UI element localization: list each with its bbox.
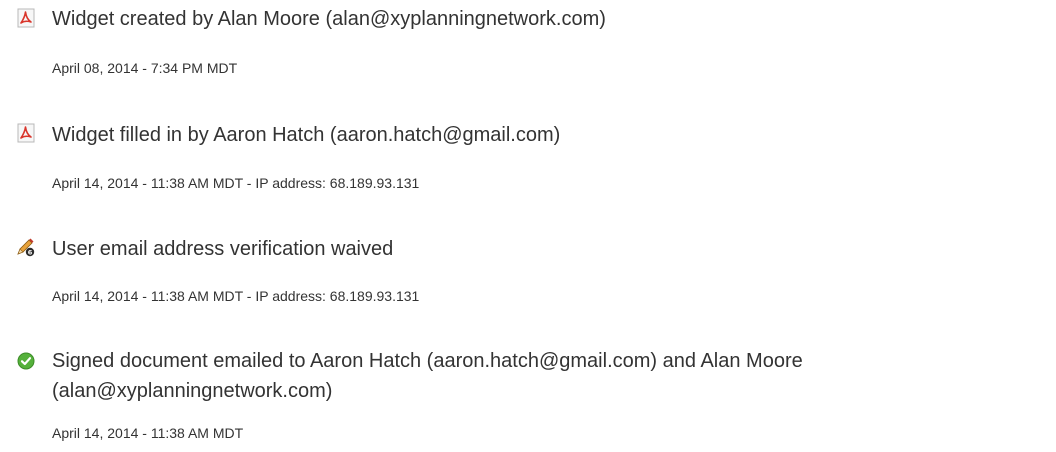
pdf-icon	[16, 8, 36, 28]
audit-trail-list: Widget created by Alan Moore (alan@xypla…	[0, 0, 1056, 452]
pdf-icon	[16, 123, 36, 143]
event-timestamp: April 14, 2014 - 11:38 AM MDT - IP addre…	[52, 288, 420, 304]
event-timestamp: April 14, 2014 - 11:38 AM MDT - IP addre…	[52, 175, 420, 191]
event-title: Signed document emailed to Aaron Hatch (…	[52, 350, 803, 402]
event-title: Widget created by Alan Moore (alan@xypla…	[52, 8, 606, 30]
event-title: User email address verification waived	[52, 238, 394, 260]
event-title: Widget filled in by Aaron Hatch (aaron.h…	[52, 124, 561, 146]
event-timestamp: April 08, 2014 - 7:34 PM MDT	[52, 60, 238, 76]
event-timestamp: April 14, 2014 - 11:38 AM MDT	[52, 425, 244, 441]
green-check-icon	[16, 351, 36, 371]
svg-text:6: 6	[28, 248, 33, 256]
pencil-waived-icon: 6	[16, 237, 36, 257]
